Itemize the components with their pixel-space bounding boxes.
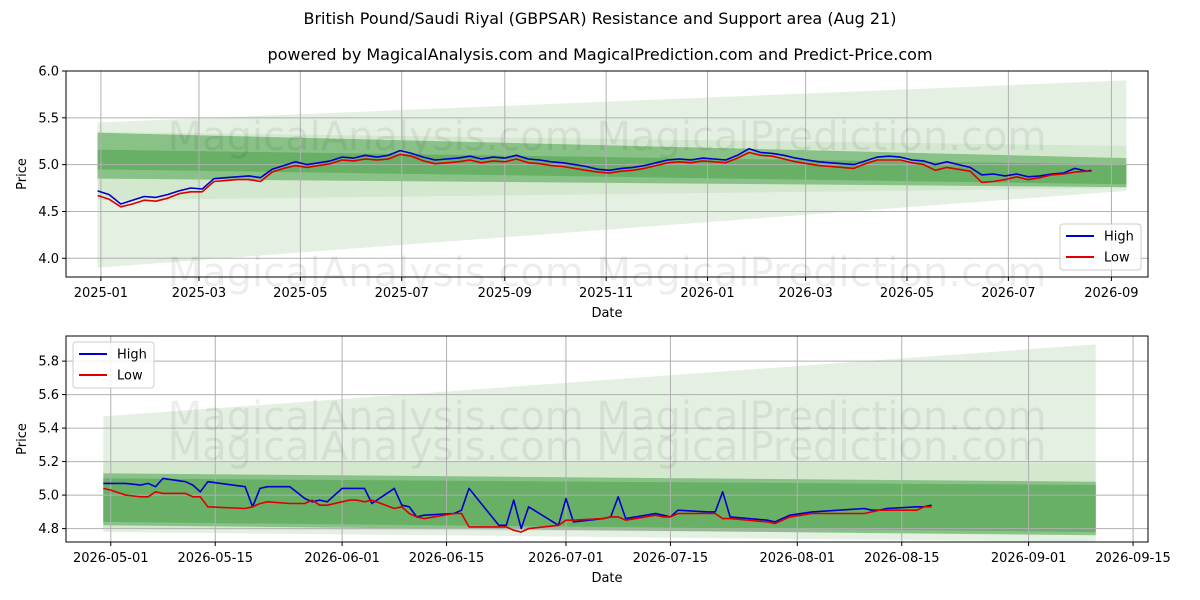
legend-label-high: High — [1104, 230, 1134, 245]
y-axis-label: Price — [15, 423, 30, 455]
x-tick-label: 2025-07 — [375, 286, 429, 301]
x-tick-label: 2026-09-15 — [1095, 551, 1171, 566]
bottom-chart-panel: MagicalAnalysis.com MagicalPrediction.co… — [15, 335, 1171, 586]
x-tick-label: 2025-05 — [273, 286, 327, 301]
legend-label-low: Low — [117, 369, 143, 384]
y-tick-label: 4.5 — [38, 205, 59, 220]
x-tick-label: 2025-01 — [74, 286, 128, 301]
watermark-text: MagicalAnalysis.com MagicalPrediction.co… — [168, 424, 1047, 470]
x-tick-label: 2026-08-15 — [864, 551, 940, 566]
y-tick-label: 4.8 — [38, 522, 59, 537]
x-axis-label: Date — [591, 306, 622, 321]
y-tick-label: 4.0 — [38, 252, 59, 267]
x-tick-label: 2026-09 — [1084, 286, 1138, 301]
y-axis-label: Price — [15, 158, 30, 190]
x-tick-label: 2026-05-01 — [73, 551, 149, 566]
chart-figure: MagicalAnalysis.com MagicalPrediction.co… — [15, 65, 1171, 587]
x-tick-label: 2026-07-15 — [633, 551, 709, 566]
x-axis-label: Date — [591, 571, 622, 586]
watermark-text: MagicalAnalysis.com MagicalPrediction.co… — [168, 114, 1047, 160]
x-tick-label: 2026-03 — [778, 286, 832, 301]
x-tick-label: 2025-11 — [579, 286, 633, 301]
x-tick-label: 2026-01 — [680, 286, 734, 301]
legend-label-high: High — [117, 348, 147, 363]
x-tick-label: 2026-05-15 — [177, 551, 253, 566]
x-tick-label: 2025-03 — [172, 286, 226, 301]
x-tick-label: 2026-06-15 — [409, 551, 485, 566]
x-tick-label: 2026-07-01 — [528, 551, 604, 566]
y-tick-label: 5.6 — [38, 388, 59, 403]
x-tick-label: 2026-09-01 — [991, 551, 1067, 566]
x-tick-label: 2026-08-01 — [760, 551, 836, 566]
x-tick-label: 2026-07 — [981, 286, 1035, 301]
x-tick-label: 2026-05 — [880, 286, 934, 301]
y-tick-label: 5.0 — [38, 158, 59, 173]
y-tick-label: 5.5 — [38, 111, 59, 126]
y-tick-label: 6.0 — [38, 65, 59, 80]
y-tick-label: 5.0 — [38, 489, 59, 504]
top-chart-panel: MagicalAnalysis.com MagicalPrediction.co… — [15, 65, 1149, 321]
y-tick-label: 5.2 — [38, 455, 59, 470]
y-tick-label: 5.8 — [38, 355, 59, 370]
legend-label-low: Low — [1104, 251, 1130, 266]
x-tick-label: 2025-09 — [478, 286, 532, 301]
y-tick-label: 5.4 — [38, 422, 59, 437]
x-tick-label: 2026-06-01 — [304, 551, 380, 566]
